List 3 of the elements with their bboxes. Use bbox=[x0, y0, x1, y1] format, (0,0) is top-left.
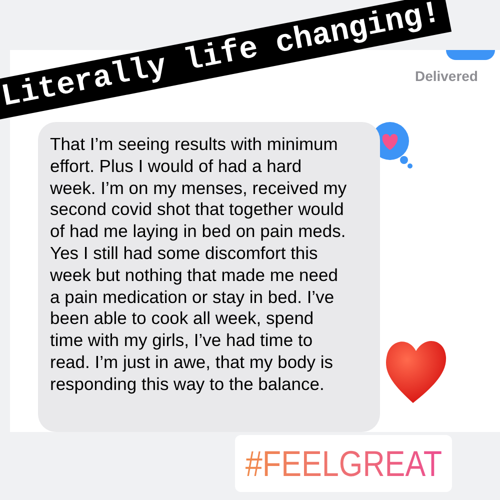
message-text: That I’m seeing results with minimum effort. Plus I would of had a hard week. I’m on my menses, received my second covid shot that together would of had me laying in bed on pain meds. Yes I still had some discomfort this week but nothing that made me need a pain medication or stay in bed. I’ve been able to cook all week, spend time with my girls, I’ve had time to read. I’m just in awe, that my body is responding this way to the balance. bbox=[50, 134, 348, 396]
delivered-status: Delivered bbox=[414, 67, 478, 86]
sent-bubble bbox=[446, 50, 495, 60]
